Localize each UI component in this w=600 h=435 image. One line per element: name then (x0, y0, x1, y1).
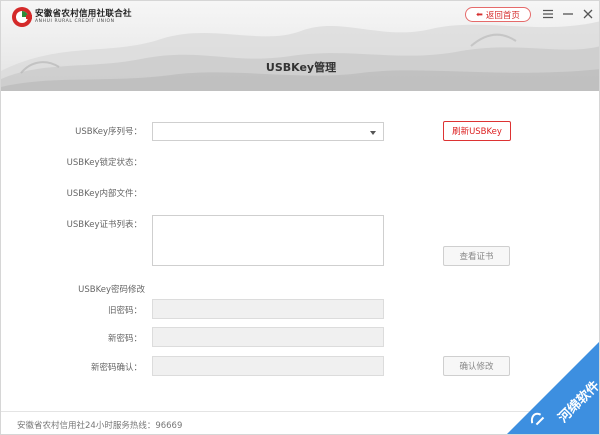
back-arrow-icon: ⬅ (476, 10, 483, 19)
back-home-label: 返回首页 (485, 10, 520, 21)
old-password-input[interactable] (152, 299, 384, 319)
minimize-icon[interactable] (561, 7, 575, 21)
internal-files-label: USBKey内部文件： (66, 189, 142, 199)
chevron-down-icon (370, 131, 376, 135)
menu-icon[interactable] (541, 7, 555, 21)
serial-label: USBKey序列号： (75, 127, 142, 137)
header-banner: 安徽省农村信用社联合社 ANHUI RURAL CREDIT UNION ⬅ 返… (1, 1, 599, 91)
password-section-label: USBKey密码修改 (78, 285, 145, 295)
refresh-usbkey-button[interactable]: 刷新USBKey (443, 121, 511, 141)
cert-list-label: USBKey证书列表： (66, 220, 142, 230)
new-password-label: 新密码： (107, 334, 142, 344)
watermark-badge: 河绵软件 (507, 342, 599, 434)
logo-name-cn: 安徽省农村信用社联合社 (35, 8, 132, 19)
page-title: USBKey管理 (265, 61, 337, 74)
logo-name-en: ANHUI RURAL CREDIT UNION (35, 19, 115, 24)
serial-select[interactable] (152, 122, 384, 141)
confirm-change-button[interactable]: 确认修改 (443, 356, 510, 376)
old-password-label: 旧密码： (107, 306, 142, 316)
back-home-button[interactable]: ⬅ 返回首页 (465, 7, 531, 22)
view-cert-button[interactable]: 查看证书 (443, 246, 510, 266)
credit-union-logo-icon (12, 7, 32, 27)
close-icon[interactable] (581, 7, 595, 21)
service-hotline: 安徽省农村信用社24小时服务热线：96669 (17, 421, 183, 431)
new-password-input[interactable] (152, 327, 384, 347)
lock-status-label: USBKey锁定状态： (66, 158, 142, 168)
cert-list-box[interactable] (152, 215, 384, 266)
logo: 安徽省农村信用社联合社 ANHUI RURAL CREDIT UNION (11, 5, 132, 29)
app-window: 安徽省农村信用社联合社 ANHUI RURAL CREDIT UNION ⬅ 返… (0, 0, 600, 435)
confirm-password-label: 新密码确认： (90, 363, 142, 373)
confirm-password-input[interactable] (152, 356, 384, 376)
